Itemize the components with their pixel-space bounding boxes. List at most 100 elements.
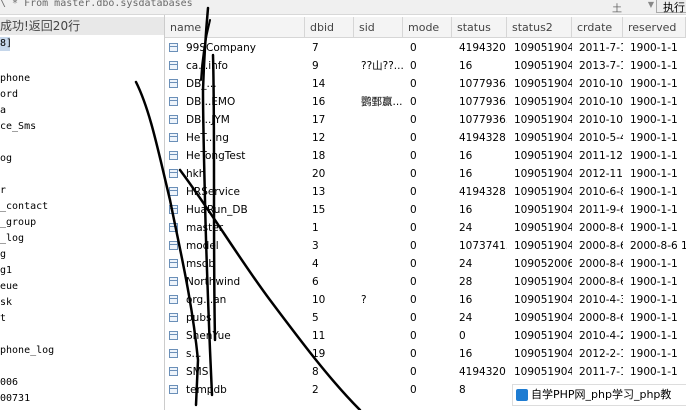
cell-mode[interactable]: 0 [403,255,452,273]
cell-reserved[interactable]: 1900-1-1 [623,129,686,147]
cell-reserved[interactable]: 1900-1-1 [623,291,686,309]
cell-mode[interactable]: 0 [403,201,452,219]
cell-mode[interactable]: 0 [403,39,452,57]
cell-status[interactable]: 4194328 [452,129,507,147]
cell-crdate[interactable]: 2000-8-6... [572,219,623,237]
column-header-status2[interactable]: status2 [507,17,572,37]
cell-sid[interactable] [354,75,403,93]
table-row[interactable]: SMS8 0419432010905190402011-7-1...1900-1-… [165,363,686,381]
cell-status2[interactable]: 1090519040 [507,39,572,57]
cell-status[interactable]: 0 [452,327,507,345]
cell-status[interactable]: 16 [452,147,507,165]
cell-mode[interactable]: 0 [403,291,452,309]
cell-sid[interactable] [354,111,403,129]
cell-sid[interactable] [354,327,403,345]
selected-object-marker[interactable]: 8] [0,37,12,51]
cell-crdate[interactable]: 2010-10-... [572,75,623,93]
cell-sid[interactable] [354,165,403,183]
cell-sid[interactable]: ??山??... [354,57,403,75]
cell-mode[interactable]: 0 [403,237,452,255]
cell-reserved[interactable]: 1900-1-1 [623,57,686,75]
cell-crdate[interactable]: 2010-5-4... [572,129,623,147]
cell-status[interactable]: 1077936... [452,93,507,111]
cell-mode[interactable]: 0 [403,93,452,111]
cell-name[interactable]: master [179,219,305,237]
table-row[interactable]: master1 02410905190402000-8-6...1900-1-1 [165,219,686,237]
cell-name[interactable]: DB_... [179,75,305,93]
cell-dbid[interactable]: 5 [305,309,354,327]
cell-status[interactable]: 1073741... [452,237,507,255]
cell-status2[interactable]: 1090519040 [507,327,572,345]
object-list-item[interactable]: og [0,152,12,165]
cell-crdate[interactable]: 2011-9-6... [572,201,623,219]
cell-crdate[interactable]: 2011-7-1... [572,39,623,57]
cell-name[interactable]: DB...JYM [179,111,305,129]
cell-status2[interactable]: 1090519040 [507,165,572,183]
cell-crdate[interactable]: 2000-8-6... [572,309,623,327]
cell-status[interactable]: 4194320 [452,39,507,57]
cell-dbid[interactable]: 15 [305,201,354,219]
cell-mode[interactable]: 0 [403,165,452,183]
object-list-item[interactable]: a [0,104,6,117]
cell-status2[interactable]: 1090520064 [507,255,572,273]
cell-name[interactable]: HuaRun_DB [179,201,305,219]
cell-crdate[interactable]: 2013-7-1... [572,57,623,75]
database-combo[interactable]: 土 ▼ [612,0,654,15]
cell-reserved[interactable]: 2000-8-6 1:4 [623,237,686,255]
cell-sid[interactable] [354,39,403,57]
cell-crdate[interactable]: 2011-7-1... [572,363,623,381]
cell-status2[interactable]: 1090519040 [507,273,572,291]
object-list-item[interactable]: r [0,184,6,197]
cell-reserved[interactable]: 1900-1-1 [623,219,686,237]
cell-status[interactable]: 1077936... [452,111,507,129]
cell-reserved[interactable]: 1900-1-1 [623,183,686,201]
cell-status2[interactable]: 1090519040 [507,111,572,129]
cell-reserved[interactable]: 1900-1-1 [623,93,686,111]
cell-mode[interactable]: 0 [403,309,452,327]
column-header-sid[interactable]: sid [354,17,403,37]
cell-dbid[interactable]: 12 [305,129,354,147]
cell-sid[interactable] [354,147,403,165]
cell-status2[interactable]: 1090519040 [507,309,572,327]
cell-status2[interactable]: 1090519040 [507,345,572,363]
cell-status[interactable]: 4194328 [452,183,507,201]
cell-sid[interactable]: ? [354,291,403,309]
cell-mode[interactable]: 0 [403,219,452,237]
object-list-item[interactable]: g1 [0,264,12,277]
cell-sid[interactable] [354,237,403,255]
cell-sid[interactable] [354,183,403,201]
object-list-item[interactable]: g [0,248,6,261]
table-row[interactable]: DB_...14 01077936...10905190402010-10-...… [165,75,686,93]
cell-status[interactable]: 28 [452,273,507,291]
chevron-down-icon[interactable]: ▼ [648,0,654,9]
object-list-item[interactable]: t [0,312,6,325]
cell-status2[interactable]: 1090519040 [507,201,572,219]
cell-name[interactable]: DB...EMO [179,93,305,111]
cell-mode[interactable]: 0 [403,345,452,363]
cell-sid[interactable]: 鹦鄄赢... [354,93,403,111]
cell-sid[interactable] [354,201,403,219]
cell-status[interactable]: 8 [452,381,507,399]
cell-mode[interactable]: 0 [403,129,452,147]
cell-sid[interactable] [354,309,403,327]
cell-dbid[interactable]: 13 [305,183,354,201]
cell-status[interactable]: 16 [452,201,507,219]
cell-dbid[interactable]: 9 [305,57,354,75]
cell-dbid[interactable]: 10 [305,291,354,309]
cell-mode[interactable]: 0 [403,327,452,345]
object-list-item[interactable]: phone [0,72,30,85]
table-row[interactable]: HRService13 0419432810905190402010-6-8...… [165,183,686,201]
cell-reserved[interactable]: 1900-1-1 [623,111,686,129]
cell-status[interactable]: 1077936... [452,75,507,93]
column-header-dbid[interactable]: dbid [305,17,354,37]
table-row[interactable]: HeTongTest18 01610905190402011-12-...1900… [165,147,686,165]
cell-reserved[interactable]: 1900-1-1 [623,363,686,381]
table-row[interactable]: DB...JYM17 01077936...10905190402010-10-.… [165,111,686,129]
cell-status[interactable]: 24 [452,309,507,327]
cell-name[interactable]: ShenYue [179,327,305,345]
cell-status2[interactable]: 1090519040 [507,237,572,255]
cell-status2[interactable]: 1090519040 [507,219,572,237]
cell-reserved[interactable]: 1900-1-1 [623,201,686,219]
cell-sid[interactable] [354,129,403,147]
object-list-item[interactable]: 006 [0,376,18,389]
